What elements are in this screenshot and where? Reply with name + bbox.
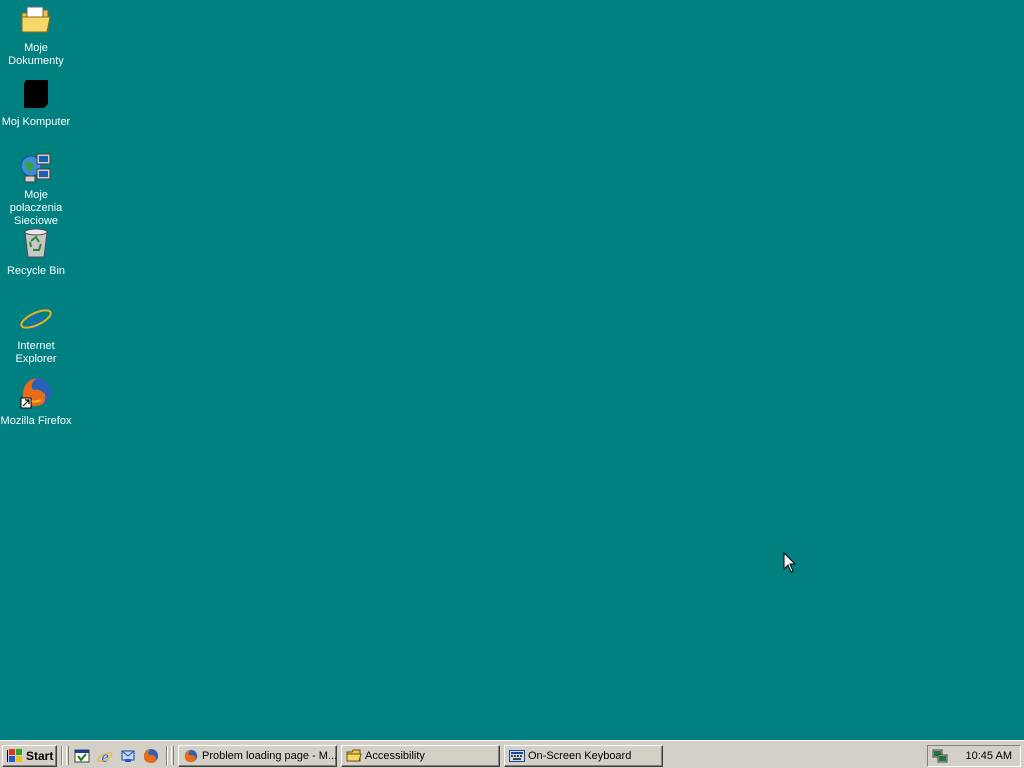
taskbar-separator <box>166 746 168 765</box>
folder-icon <box>346 748 362 764</box>
firefox-icon <box>183 748 199 764</box>
system-tray: 10:45 AM <box>927 745 1021 767</box>
desktop-icon-internet-explorer[interactable]: e Internet Explorer <box>0 301 72 366</box>
clock[interactable]: 10:45 AM <box>966 750 1012 762</box>
svg-text:e: e <box>101 749 108 764</box>
task-button-firefox[interactable]: Problem loading page - M... <box>178 745 337 767</box>
task-label: Accessibility <box>365 750 425 762</box>
internet-explorer-icon[interactable]: e <box>96 747 114 765</box>
windows-logo-icon <box>7 749 23 763</box>
desktop-icon-recycle-bin[interactable]: Recycle Bin <box>0 226 72 278</box>
firefox-icon <box>19 376 53 410</box>
network-places-icon <box>19 151 53 185</box>
my-documents-icon <box>19 3 53 37</box>
desktop: Moje Dokumenty Moj Komputer Moje polacze… <box>0 0 1024 740</box>
desktop-icon-label: Moje Dokumenty <box>8 42 64 67</box>
desktop-icon-label: Internet Explorer <box>15 340 57 365</box>
start-button[interactable]: Start <box>2 745 57 767</box>
my-computer-icon <box>19 77 53 111</box>
taskbar-separator <box>61 746 63 765</box>
desktop-icon-label: Mozilla Firefox <box>0 415 72 427</box>
desktop-icon-network-connections[interactable]: Moje polaczenia Sieciowe <box>0 151 72 228</box>
quick-launch-grip[interactable] <box>66 746 69 765</box>
task-button-on-screen-keyboard[interactable]: On-Screen Keyboard <box>504 745 663 767</box>
keyboard-icon <box>509 748 525 764</box>
outlook-express-icon[interactable] <box>119 747 137 765</box>
mouse-cursor-icon <box>783 551 797 574</box>
taskbar: Start e Problem loading page - M... Acce… <box>0 740 1024 768</box>
internet-explorer-icon: e <box>19 301 53 335</box>
task-button-accessibility[interactable]: Accessibility <box>341 745 500 767</box>
svg-text:e: e <box>29 301 43 335</box>
tasks-grip[interactable] <box>171 746 174 765</box>
desktop-icon-label: Moje polaczenia Sieciowe <box>9 189 63 227</box>
start-label: Start <box>26 749 54 763</box>
task-label: On-Screen Keyboard <box>528 750 632 762</box>
desktop-icon-label: Recycle Bin <box>6 265 66 277</box>
firefox-icon[interactable] <box>142 747 160 765</box>
desktop-icon-my-computer[interactable]: Moj Komputer <box>0 77 72 129</box>
task-label: Problem loading page - M... <box>202 750 336 762</box>
desktop-icon-label: Moj Komputer <box>1 116 71 128</box>
show-desktop-icon[interactable] <box>73 747 91 765</box>
recycle-bin-icon <box>19 226 53 260</box>
desktop-icon-firefox[interactable]: Mozilla Firefox <box>0 376 72 428</box>
network-tray-icon[interactable] <box>932 748 948 764</box>
desktop-icon-my-documents[interactable]: Moje Dokumenty <box>0 3 72 68</box>
